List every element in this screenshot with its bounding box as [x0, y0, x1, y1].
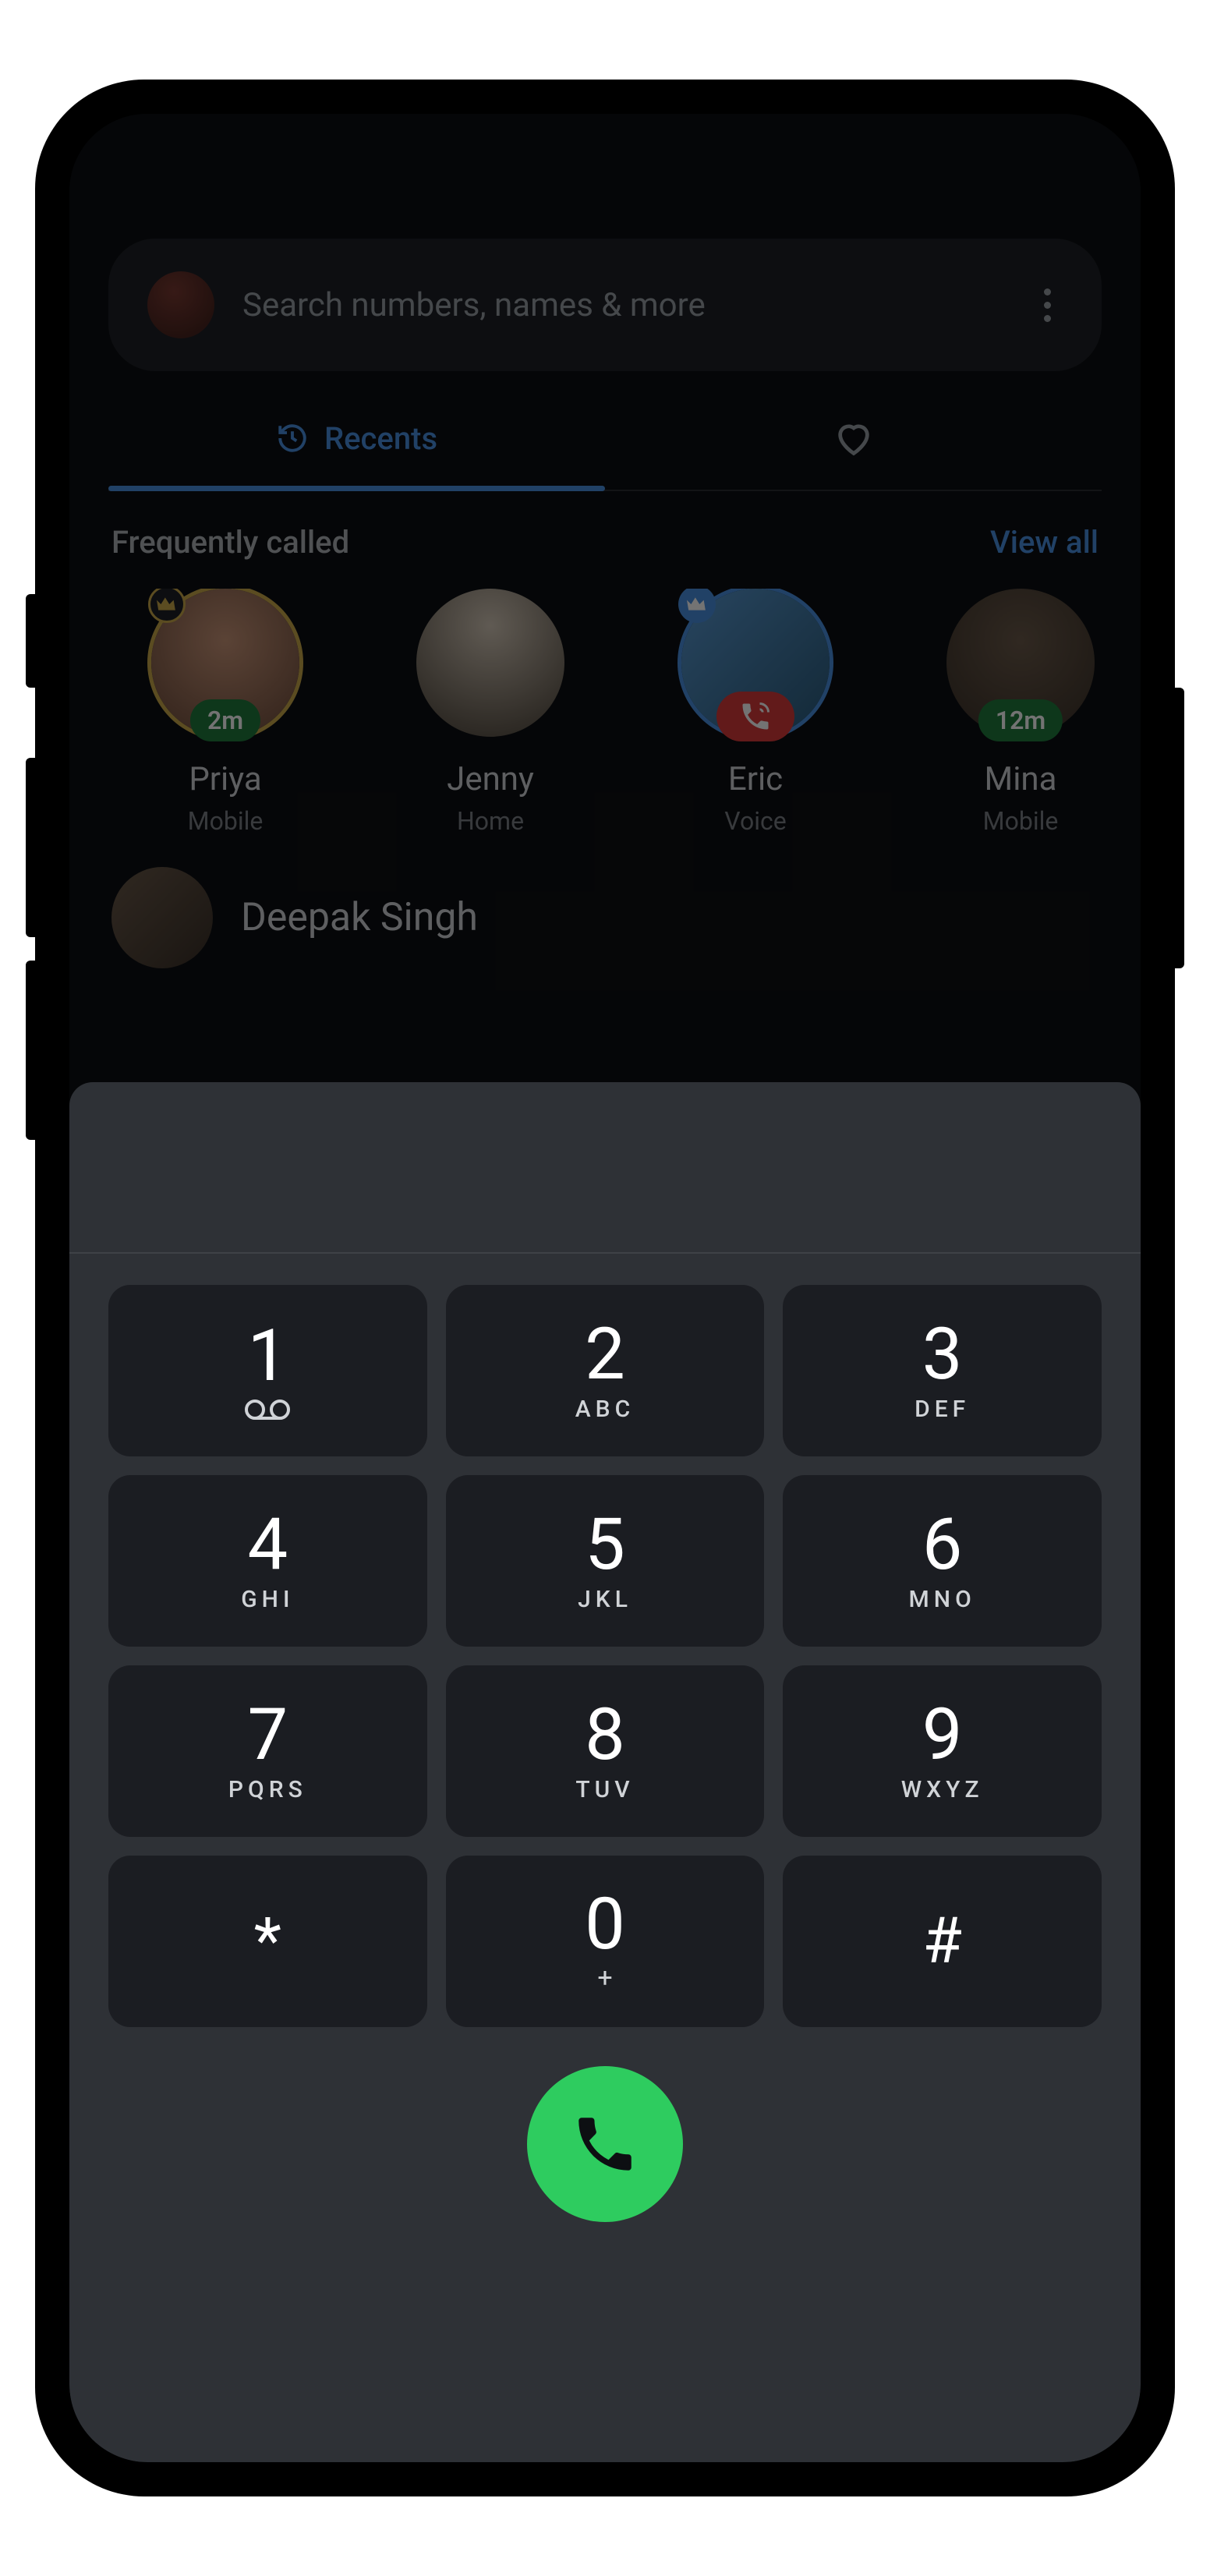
frequent-contact-priya[interactable]: 2m Priya Mobile — [108, 589, 342, 836]
avatar: 2m — [151, 589, 299, 737]
key-letters: DEF — [915, 1396, 970, 1423]
contact-type: Voice — [724, 806, 786, 836]
key-letters: PQRS — [228, 1776, 307, 1803]
key-digit: 3 — [922, 1319, 963, 1391]
more-menu-icon[interactable] — [1031, 288, 1063, 322]
key-letters: ABC — [575, 1396, 635, 1423]
tab-recents-label: Recents — [324, 420, 437, 457]
avatar — [416, 589, 564, 737]
key-0[interactable]: 0 + — [446, 1856, 765, 2027]
key-digit: # — [922, 1909, 962, 1973]
key-digit: 0 — [585, 1889, 625, 1961]
phone-volume-up-button — [26, 758, 35, 937]
dialer-number-display[interactable] — [69, 1082, 1141, 1254]
key-digit: 4 — [247, 1509, 288, 1581]
contact-name: Jenny — [447, 760, 534, 798]
avatar-image — [111, 867, 213, 968]
phone-frame: Search numbers, names & more Recents — [35, 80, 1175, 2496]
app-content: Search numbers, names & more Recents — [69, 114, 1141, 968]
phone-icon — [570, 2109, 640, 2179]
screen: Search numbers, names & more Recents — [69, 114, 1141, 2462]
tab-favorites[interactable] — [605, 387, 1102, 490]
contact-name: Mina — [985, 760, 1057, 798]
avatar-image — [416, 589, 564, 737]
key-7[interactable]: 7 PQRS — [108, 1665, 427, 1837]
frequent-contact-mina[interactable]: 12m Mina Mobile — [904, 589, 1102, 836]
key-digit: 6 — [922, 1509, 963, 1581]
canvas: Search numbers, names & more Recents — [0, 0, 1210, 2576]
key-1[interactable]: 1 — [108, 1285, 427, 1456]
key-letters: GHI — [241, 1586, 294, 1613]
keypad: 1 2 ABC 3 DEF — [69, 1254, 1141, 2051]
phone-power-button — [1175, 688, 1184, 968]
view-all-link[interactable]: View all — [990, 524, 1099, 561]
key-4[interactable]: 4 GHI — [108, 1475, 427, 1647]
key-9[interactable]: 9 WXYZ — [783, 1665, 1102, 1837]
avatar — [681, 589, 830, 737]
frequently-row[interactable]: 2m Priya Mobile Jenny Home — [108, 589, 1102, 836]
contact-type: Mobile — [983, 806, 1059, 836]
key-2[interactable]: 2 ABC — [446, 1285, 765, 1456]
key-digit: 2 — [585, 1319, 625, 1391]
contact-name: Deepak Singh — [241, 895, 478, 940]
profile-avatar[interactable] — [147, 271, 214, 338]
frequently-title: Frequently called — [111, 524, 349, 561]
key-sub: + — [597, 1962, 612, 1994]
dialer-sheet: 1 2 ABC 3 DEF — [69, 1082, 1141, 2462]
key-digit: 8 — [585, 1700, 625, 1771]
voicemail-icon — [244, 1399, 291, 1421]
contact-name: Priya — [189, 760, 261, 798]
phone-volume-down-button — [26, 961, 35, 1140]
key-digit: 1 — [247, 1321, 288, 1392]
history-icon — [276, 422, 309, 455]
key-digit: * — [254, 1909, 281, 1973]
tabs: Recents — [108, 387, 1102, 491]
call-button[interactable] — [527, 2066, 683, 2222]
call-badge-icon — [716, 692, 794, 741]
frequent-contact-jenny[interactable]: Jenny Home — [373, 589, 607, 836]
key-5[interactable]: 5 JKL — [446, 1475, 765, 1647]
key-8[interactable]: 8 TUV — [446, 1665, 765, 1837]
key-letters: WXYZ — [901, 1776, 984, 1803]
key-digit: 7 — [247, 1700, 288, 1771]
contact-type: Mobile — [188, 806, 264, 836]
key-digit: 5 — [585, 1509, 625, 1581]
search-bar[interactable]: Search numbers, names & more — [108, 239, 1102, 371]
contact-name: Eric — [728, 760, 783, 798]
key-6[interactable]: 6 MNO — [783, 1475, 1102, 1647]
key-letters: TUV — [575, 1776, 634, 1803]
key-hash[interactable]: # — [783, 1856, 1102, 2027]
key-digit: 9 — [922, 1700, 963, 1771]
time-badge: 2m — [190, 699, 260, 741]
recent-call-item[interactable]: Deepak Singh — [108, 836, 1102, 968]
key-3[interactable]: 3 DEF — [783, 1285, 1102, 1456]
avatar: 12m — [946, 589, 1095, 737]
key-letters: MNO — [909, 1586, 976, 1613]
key-letters: JKL — [578, 1586, 632, 1613]
search-placeholder: Search numbers, names & more — [242, 286, 1003, 324]
time-badge: 12m — [978, 699, 1063, 741]
key-star[interactable]: * — [108, 1856, 427, 2027]
frequently-header: Frequently called View all — [108, 491, 1102, 589]
contact-type: Home — [457, 806, 524, 836]
frequent-contact-eric[interactable]: Eric Voice — [639, 589, 872, 836]
heart-icon — [833, 418, 874, 458]
tab-recents[interactable]: Recents — [108, 387, 605, 490]
phone-side-button — [26, 594, 35, 688]
